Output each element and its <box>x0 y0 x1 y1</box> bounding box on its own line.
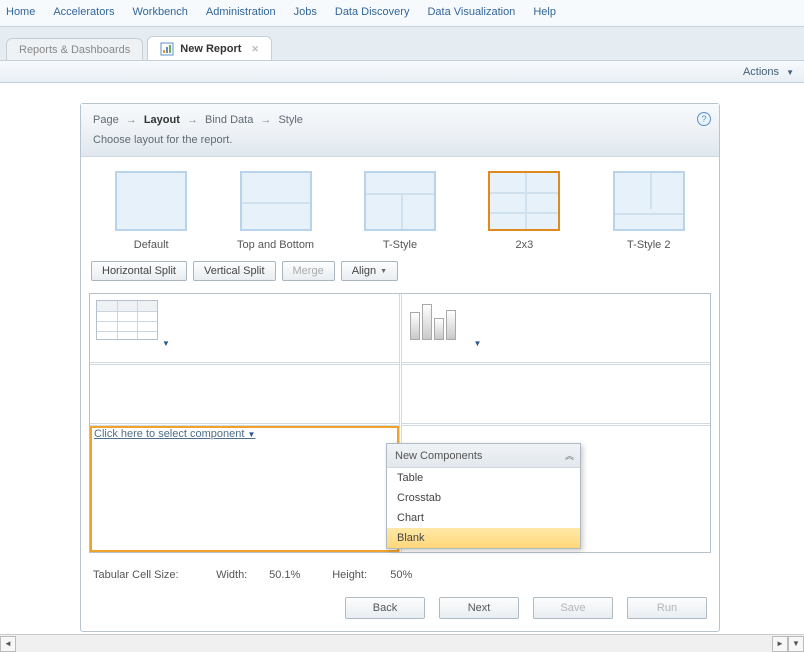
chart-icon <box>408 300 470 340</box>
layout-thumb <box>364 171 436 231</box>
layout-toolbar: Horizontal Split Vertical Split Merge Al… <box>81 257 719 289</box>
breadcrumb: Page → Layout → Bind Data → Style ? <box>81 104 719 130</box>
scroll-left-icon[interactable]: ◄ <box>0 636 16 652</box>
menu-workbench[interactable]: Workbench <box>132 6 187 18</box>
grid-cell-3-1[interactable]: Click here to select component ▼ <box>90 426 399 552</box>
layout-thumb <box>240 171 312 231</box>
tab-label: New Report <box>180 43 241 55</box>
back-button[interactable]: Back <box>345 597 425 619</box>
layout-options: Default Top and Bottom T-Style <box>81 157 719 257</box>
new-components-popup: New Components ︽ Table Crosstab Chart Bl… <box>386 443 581 549</box>
status-label: Tabular Cell Size: <box>93 569 213 581</box>
width-label: Width: <box>216 569 266 581</box>
horizontal-scrollbar[interactable]: ◄ ► ▼ <box>0 634 804 652</box>
layout-label: 2x3 <box>469 239 579 251</box>
popup-header[interactable]: New Components ︽ <box>387 444 580 468</box>
vertical-split-button[interactable]: Vertical Split <box>193 261 276 281</box>
save-button: Save <box>533 597 613 619</box>
menubar: Home Accelerators Workbench Administrati… <box>0 0 804 27</box>
arrow-icon: → <box>187 114 198 126</box>
btn-label: Run <box>657 602 677 614</box>
actions-menu[interactable]: Actions ▼ <box>743 66 794 78</box>
next-button[interactable]: Next <box>439 597 519 619</box>
menu-data-visualization[interactable]: Data Visualization <box>427 6 515 18</box>
tab-new-report[interactable]: New Report ✕ <box>147 36 272 60</box>
step-style[interactable]: Style <box>278 114 302 126</box>
actions-label: Actions <box>743 66 779 78</box>
chevron-down-icon: ▼ <box>380 268 387 275</box>
scroll-right-icon[interactable]: ► <box>772 636 788 652</box>
horizontal-split-button[interactable]: Horizontal Split <box>91 261 187 281</box>
popup-item-chart[interactable]: Chart <box>387 508 580 528</box>
layout-top-bottom[interactable]: Top and Bottom <box>221 171 331 251</box>
chevron-down-icon[interactable]: ▼ <box>162 339 170 348</box>
layout-thumb <box>488 171 560 231</box>
arrow-icon: → <box>126 114 137 126</box>
menu-accelerators[interactable]: Accelerators <box>53 6 114 18</box>
menu-administration[interactable]: Administration <box>206 6 276 18</box>
align-button[interactable]: Align ▼ <box>341 261 398 281</box>
btn-label: Align <box>352 265 376 277</box>
step-page[interactable]: Page <box>93 114 119 126</box>
layout-t-style-2[interactable]: T-Style 2 <box>594 171 704 251</box>
popup-item-crosstab[interactable]: Crosstab <box>387 488 580 508</box>
btn-label: Merge <box>293 265 324 277</box>
chevron-down-icon: ▼ <box>247 430 255 439</box>
grid-cell-1-1[interactable]: ▼ <box>90 294 399 362</box>
report-icon <box>160 42 174 56</box>
layout-label: Default <box>96 239 206 251</box>
menu-help[interactable]: Help <box>533 6 556 18</box>
chevron-down-icon: ▼ <box>786 68 794 77</box>
popup-item-blank[interactable]: Blank <box>387 528 580 548</box>
btn-label: Horizontal Split <box>102 265 176 277</box>
layout-label: T-Style <box>345 239 455 251</box>
btn-label: Save <box>560 602 585 614</box>
scroll-track[interactable] <box>16 636 772 652</box>
grid-cell-1-2[interactable]: ▼ <box>402 294 711 362</box>
popup-title: New Components <box>395 450 482 462</box>
btn-label: Vertical Split <box>204 265 265 277</box>
grid-cell-2-1[interactable] <box>90 365 399 423</box>
layout-thumb <box>613 171 685 231</box>
layout-thumb <box>115 171 187 231</box>
select-component-link[interactable]: Click here to select component ▼ <box>94 428 255 440</box>
run-button: Run <box>627 597 707 619</box>
menu-home[interactable]: Home <box>6 6 35 18</box>
scroll-down-icon[interactable]: ▼ <box>788 636 804 652</box>
workspace: Page → Layout → Bind Data → Style ? Choo… <box>0 83 804 641</box>
actionbar: Actions ▼ <box>0 61 804 83</box>
height-label: Height: <box>332 569 387 581</box>
layout-t-style[interactable]: T-Style <box>345 171 455 251</box>
table-icon <box>96 300 158 340</box>
layout-default[interactable]: Default <box>96 171 206 251</box>
help-icon[interactable]: ? <box>697 112 711 126</box>
popup-item-table[interactable]: Table <box>387 468 580 488</box>
link-label: Click here to select component <box>94 428 244 440</box>
width-value: 50.1% <box>269 569 329 581</box>
step-bind-data[interactable]: Bind Data <box>205 114 253 126</box>
status-line: Tabular Cell Size: Width: 50.1% Height: … <box>81 563 719 591</box>
btn-label: Next <box>468 602 491 614</box>
close-icon[interactable]: ✕ <box>251 44 259 55</box>
layout-label: T-Style 2 <box>594 239 704 251</box>
merge-button: Merge <box>282 261 335 281</box>
step-layout[interactable]: Layout <box>144 114 180 126</box>
collapse-icon[interactable]: ︽ <box>565 449 572 462</box>
tab-label: Reports & Dashboards <box>19 44 130 56</box>
grid-cell-2-2[interactable] <box>402 365 711 423</box>
menu-data-discovery[interactable]: Data Discovery <box>335 6 410 18</box>
menu-jobs[interactable]: Jobs <box>294 6 317 18</box>
arrow-icon: → <box>260 114 271 126</box>
layout-label: Top and Bottom <box>221 239 331 251</box>
tabbar: Reports & Dashboards New Report ✕ <box>0 27 804 61</box>
height-value: 50% <box>390 569 412 581</box>
subheading: Choose layout for the report. <box>81 130 719 157</box>
chevron-down-icon[interactable]: ▼ <box>474 339 482 348</box>
btn-label: Back <box>373 602 397 614</box>
tab-reports-dashboards[interactable]: Reports & Dashboards <box>6 38 143 60</box>
layout-2x3[interactable]: 2x3 <box>469 171 579 251</box>
wizard-panel: Page → Layout → Bind Data → Style ? Choo… <box>80 103 720 632</box>
wizard-footer: Back Next Save Run <box>81 591 719 631</box>
